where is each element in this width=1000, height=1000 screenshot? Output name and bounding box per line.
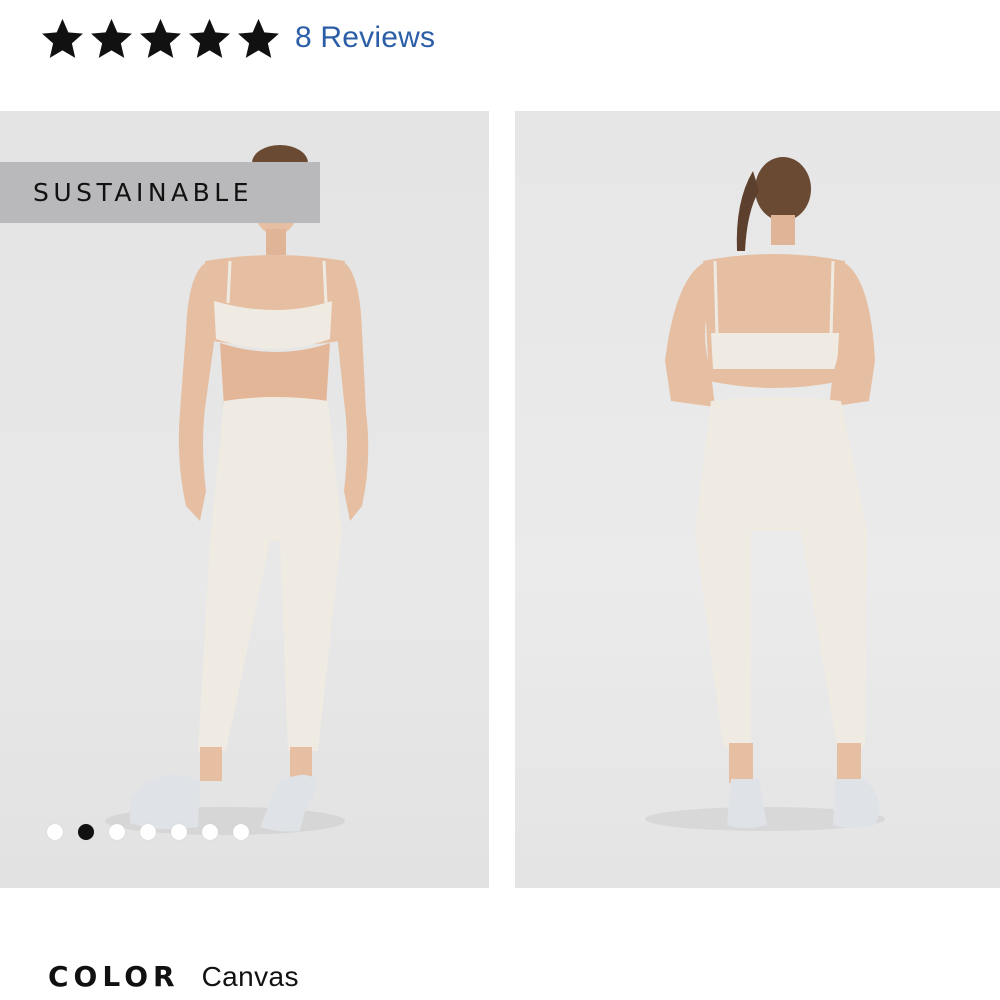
model-front-image	[105, 145, 369, 835]
color-label: COLOR	[48, 960, 180, 993]
star-rating	[40, 16, 281, 61]
carousel-dot[interactable]	[47, 824, 63, 840]
reviews-link[interactable]: 8 Reviews	[295, 21, 435, 55]
carousel-dot[interactable]	[78, 824, 94, 840]
star-icon	[187, 16, 232, 61]
carousel-pagination	[47, 824, 249, 840]
model-back-image	[645, 157, 885, 831]
carousel-dot[interactable]	[233, 824, 249, 840]
product-image-gallery: SUSTAINABLE	[0, 111, 1000, 888]
color-selection: COLOR Canvas	[48, 960, 299, 993]
product-image-back[interactable]	[515, 111, 1000, 888]
product-rating: 8 Reviews	[40, 14, 435, 62]
product-image-front[interactable]: SUSTAINABLE	[0, 111, 489, 888]
sustainable-badge: SUSTAINABLE	[0, 162, 320, 223]
star-icon	[236, 16, 281, 61]
carousel-dot[interactable]	[140, 824, 156, 840]
star-icon	[40, 16, 85, 61]
star-icon	[89, 16, 134, 61]
badge-label: SUSTAINABLE	[33, 178, 254, 207]
carousel-dot[interactable]	[109, 824, 125, 840]
carousel-dot[interactable]	[171, 824, 187, 840]
selected-color-name: Canvas	[201, 961, 299, 992]
star-icon	[138, 16, 183, 61]
carousel-dot[interactable]	[202, 824, 218, 840]
